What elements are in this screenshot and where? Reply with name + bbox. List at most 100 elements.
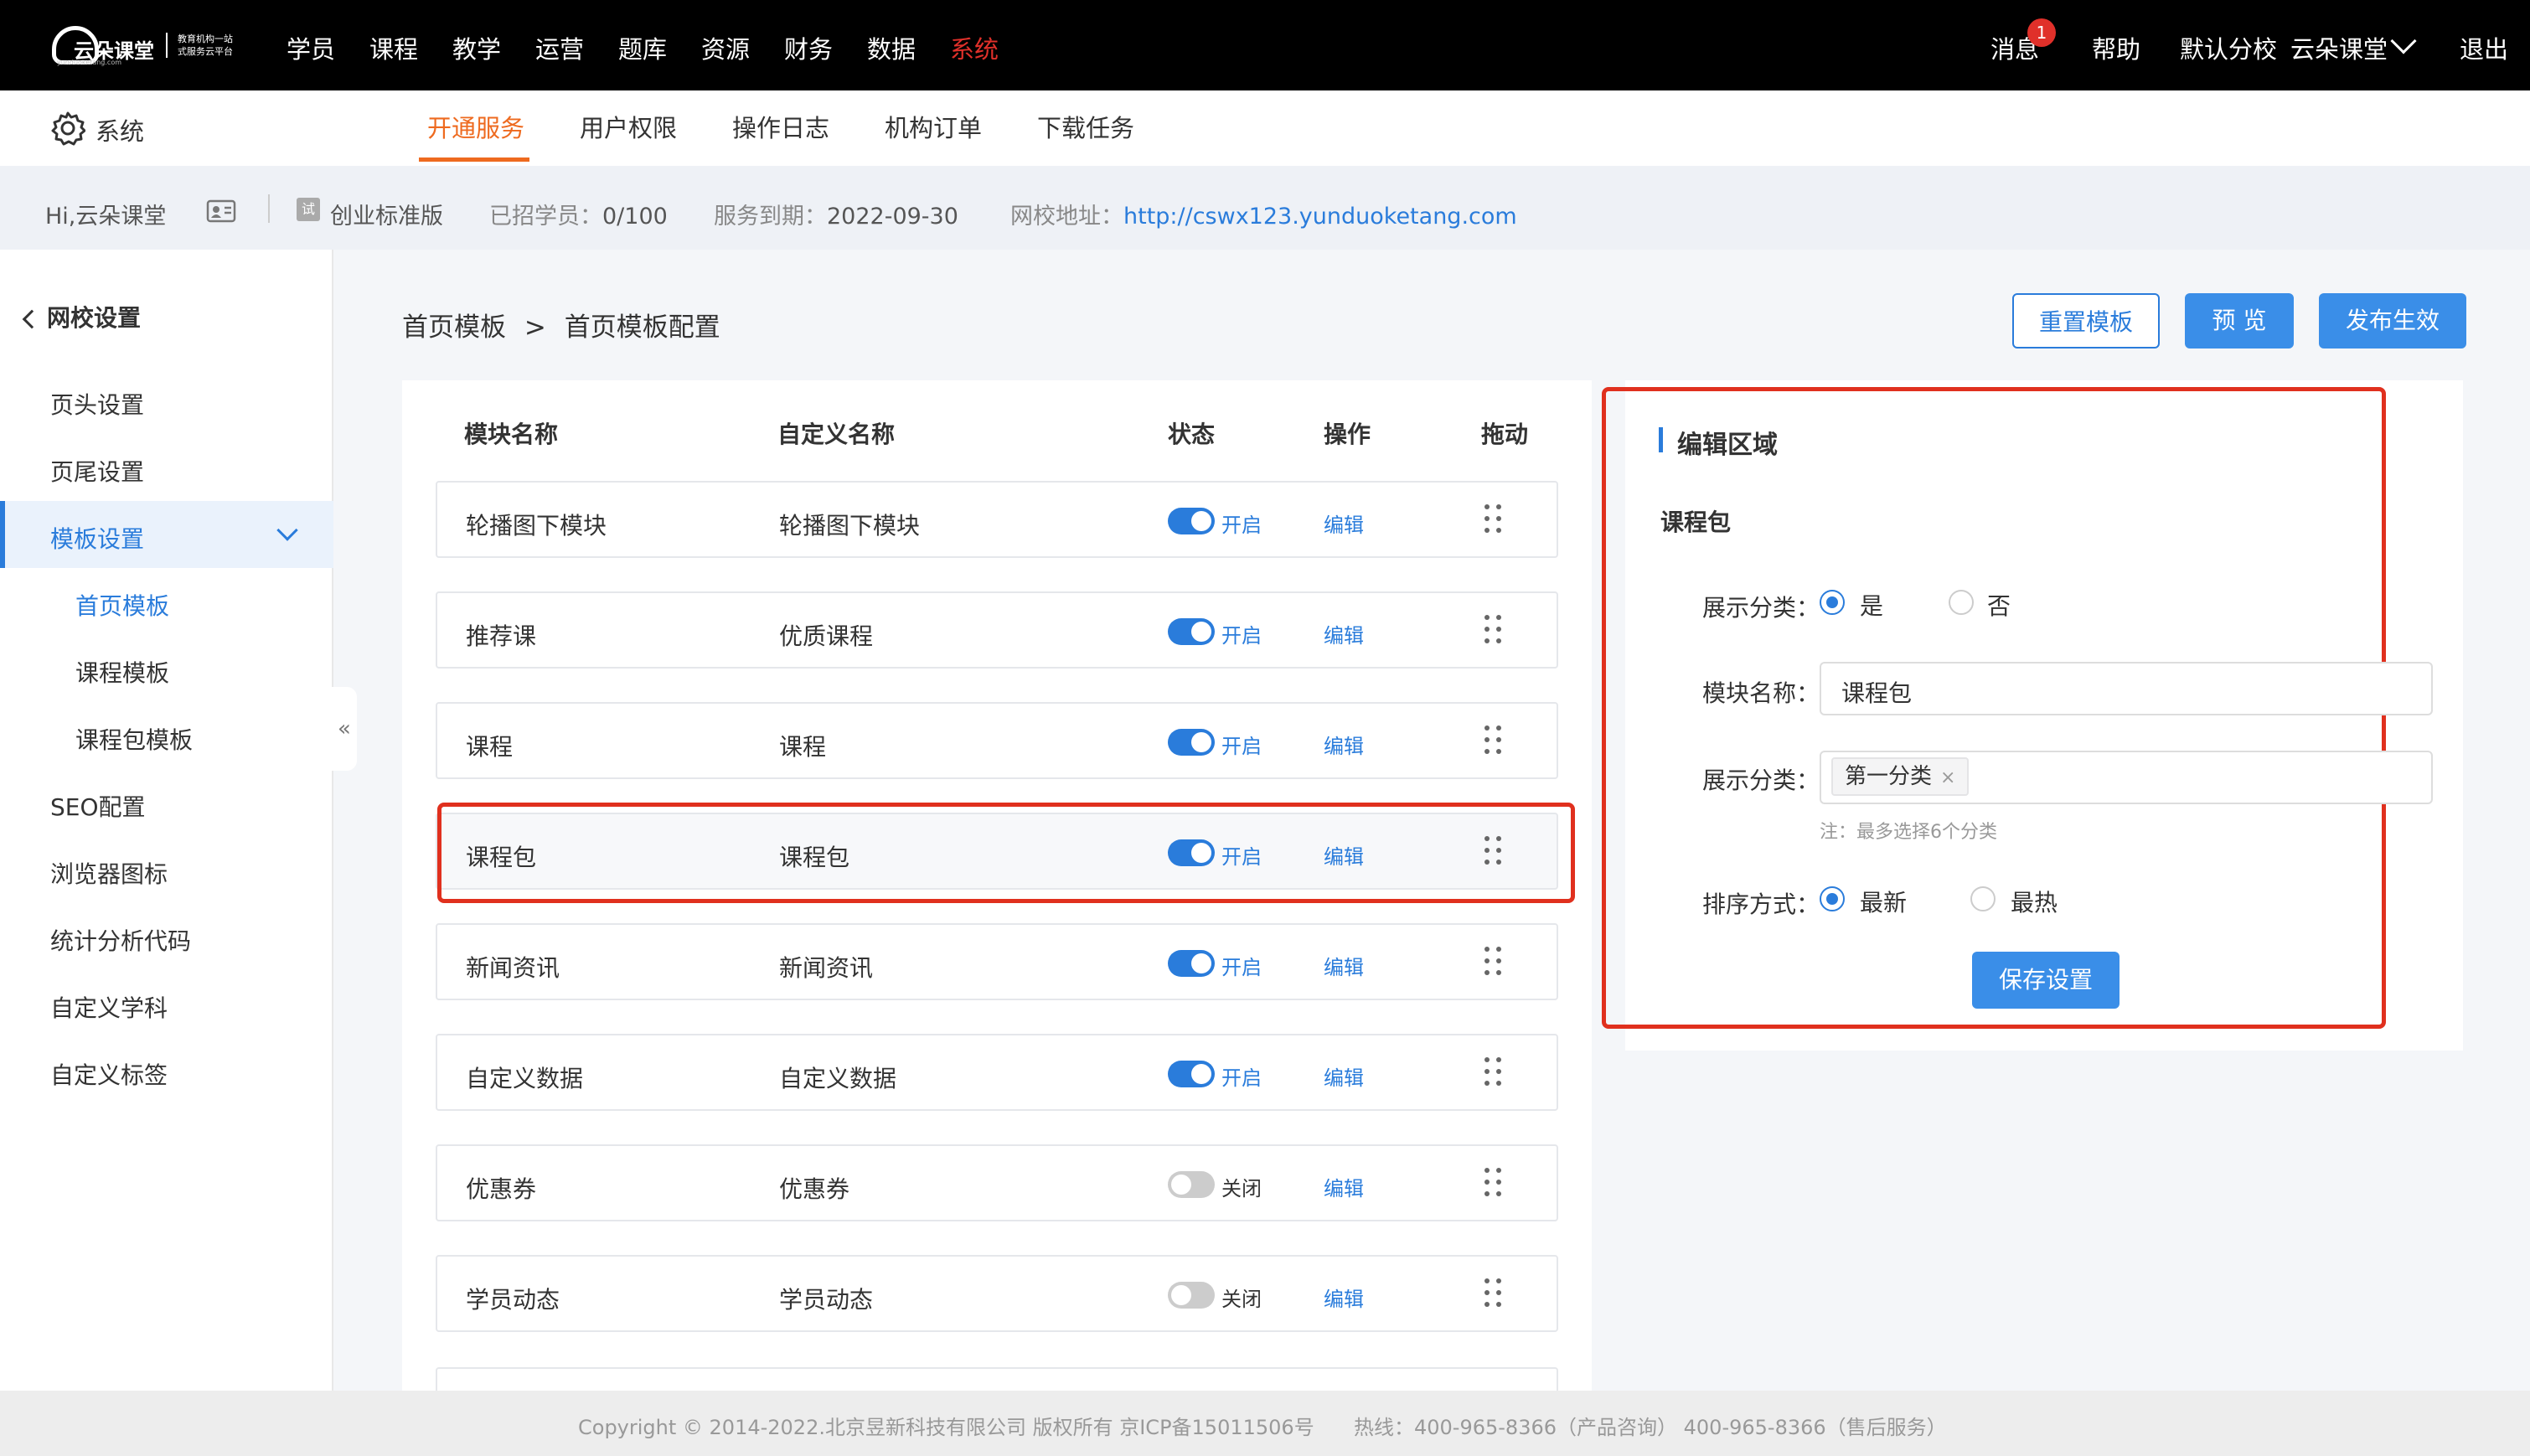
status-toggle[interactable]	[1168, 508, 1215, 534]
header-status: 状态	[1168, 421, 1216, 448]
drag-handle-icon[interactable]	[1484, 725, 1505, 759]
sidebar-item-header-settings[interactable]: 页头设置	[50, 387, 144, 421]
help-link[interactable]: 帮助	[2092, 30, 2140, 65]
drag-handle-icon[interactable]	[1484, 1278, 1505, 1312]
back-button[interactable]: 网校设置	[20, 300, 141, 333]
sidebar-item-course-template[interactable]: 课程模板	[75, 655, 169, 689]
drag-handle-icon[interactable]	[1484, 1057, 1505, 1091]
nav-question-bank[interactable]: 题库	[618, 30, 667, 65]
nav-data[interactable]: 数据	[867, 30, 916, 65]
sidebar-item-package-template[interactable]: 课程包模板	[75, 722, 193, 756]
user-menu[interactable]: 云朵课堂	[2290, 30, 2388, 65]
sort-hottest-label[interactable]: 最热	[2011, 885, 2058, 918]
sidebar-item-template-settings[interactable]: 模板设置	[50, 521, 144, 555]
drag-handle-icon[interactable]	[1484, 1168, 1505, 1201]
main-nav: 学员 课程 教学 运营 题库 资源 财务 数据 系统	[287, 30, 1033, 65]
breadcrumb-separator: >	[524, 312, 546, 343]
sidebar-item-home-template[interactable]: 首页模板	[75, 588, 169, 622]
module-name-cell: 优惠券	[466, 1175, 537, 1203]
table-row[interactable]: 学员动态 学员动态 关闭 编辑	[436, 1255, 1558, 1332]
category-tag: 第一分类 ×	[1831, 757, 1970, 796]
collapse-sidebar-button[interactable]: «	[332, 687, 357, 771]
drag-handle-icon[interactable]	[1484, 504, 1505, 538]
show-category-no-radio[interactable]	[1949, 590, 1974, 615]
edit-link[interactable]: 编辑	[1324, 1061, 1364, 1091]
close-icon[interactable]: ×	[1940, 767, 1955, 788]
status-toggle[interactable]	[1168, 618, 1215, 645]
nav-resources[interactable]: 资源	[701, 30, 750, 65]
edit-link[interactable]: 编辑	[1324, 951, 1364, 980]
logout-link[interactable]: 退出	[2460, 30, 2508, 65]
custom-name-cell: 优质课程	[779, 622, 874, 650]
show-category-yes-label[interactable]: 是	[1860, 588, 1883, 622]
nav-system[interactable]: 系统	[950, 30, 999, 65]
status-toggle[interactable]	[1168, 950, 1215, 977]
tab-org-orders[interactable]: 机构订单	[885, 109, 982, 144]
id-card-icon[interactable]	[206, 199, 236, 225]
school-switcher[interactable]: 默认分校	[2180, 30, 2277, 65]
drag-handle-icon[interactable]	[1484, 615, 1505, 648]
status-label: 关闭	[1221, 1177, 1262, 1200]
show-category-no-label[interactable]: 否	[1987, 588, 2011, 622]
nav-finance[interactable]: 财务	[784, 30, 833, 65]
edit-panel-title: 编辑区域	[1677, 431, 1778, 460]
module-name-value: 课程包	[1841, 679, 1913, 707]
sidebar-item-footer-settings[interactable]: 页尾设置	[50, 454, 144, 488]
sidebar-item-favicon[interactable]: 浏览器图标	[50, 856, 168, 890]
sort-newest-label[interactable]: 最新	[1860, 885, 1907, 918]
edit-link[interactable]: 编辑	[1324, 1283, 1364, 1312]
reset-template-button[interactable]: 重置模板	[2012, 293, 2160, 349]
tab-download-tasks[interactable]: 下载任务	[1037, 109, 1134, 144]
preview-button[interactable]: 预 览	[2185, 293, 2294, 349]
gear-icon	[51, 111, 85, 146]
status-toggle[interactable]	[1168, 729, 1215, 756]
tab-operation-log[interactable]: 操作日志	[732, 109, 829, 144]
edit-link[interactable]: 编辑	[1324, 730, 1364, 759]
breadcrumb-parent[interactable]: 首页模板	[402, 312, 506, 343]
status-toggle[interactable]	[1168, 1171, 1215, 1198]
category-label: 展示分类：	[1702, 767, 1820, 794]
breadcrumb-current: 首页模板配置	[564, 312, 720, 343]
status-toggle[interactable]	[1168, 1282, 1215, 1309]
chevron-left-icon	[22, 309, 42, 329]
module-name-cell: 轮播图下模块	[466, 512, 607, 540]
table-row[interactable]: 新闻资讯 新闻资讯 开启 编辑	[436, 923, 1558, 1000]
table-row[interactable]: 推荐课 优质课程 开启 编辑	[436, 591, 1558, 669]
sort-hottest-radio[interactable]	[1970, 886, 1996, 911]
table-row[interactable]: 自定义数据 自定义数据 开启 编辑	[436, 1034, 1558, 1111]
publish-button[interactable]: 发布生效	[2319, 293, 2466, 349]
sidebar-item-custom-subjects[interactable]: 自定义学科	[50, 990, 168, 1024]
footer-copyright: Copyright © 2014-2022.北京昱新科技有限公司 版权所有 京I…	[578, 1416, 1314, 1439]
save-settings-button[interactable]: 保存设置	[1972, 952, 2120, 1009]
status-label: 关闭	[1221, 1288, 1262, 1311]
status-label: 开启	[1221, 956, 1262, 979]
sort-newest-radio[interactable]	[1820, 886, 1845, 911]
show-category-yes-radio[interactable]	[1820, 590, 1845, 615]
nav-operations[interactable]: 运营	[535, 30, 584, 65]
sidebar-item-seo[interactable]: SEO配置	[50, 789, 146, 823]
tab-user-permissions[interactable]: 用户权限	[580, 109, 677, 144]
sidebar-item-analytics[interactable]: 统计分析代码	[50, 923, 191, 957]
nav-teaching[interactable]: 教学	[452, 30, 501, 65]
custom-name-cell: 优惠券	[779, 1175, 850, 1203]
edit-link[interactable]: 编辑	[1324, 1172, 1364, 1201]
brand-tagline: 教育机构一站 式服务云平台	[166, 33, 233, 58]
module-name-cell: 自定义数据	[466, 1065, 584, 1092]
tab-open-service[interactable]: 开通服务	[427, 109, 524, 144]
table-row[interactable]: 轮播图下模块 轮播图下模块 开启 编辑	[436, 481, 1558, 558]
section-label: 系统	[96, 117, 145, 146]
status-label: 开启	[1221, 514, 1262, 537]
edit-module-title: 课程包	[1660, 509, 1732, 536]
table-row[interactable]: 优惠券 优惠券 关闭 编辑	[436, 1144, 1558, 1221]
edit-link[interactable]: 编辑	[1324, 619, 1364, 648]
school-url-link[interactable]: http://cswx123.yunduoketang.com	[1123, 204, 1517, 230]
expire-info: 服务到期：2022-09-30	[714, 204, 958, 230]
sidebar-item-custom-tags[interactable]: 自定义标签	[50, 1057, 168, 1091]
edit-link[interactable]: 编辑	[1324, 509, 1364, 538]
status-label: 开启	[1221, 1066, 1262, 1090]
nav-students[interactable]: 学员	[287, 30, 335, 65]
drag-handle-icon[interactable]	[1484, 947, 1505, 980]
nav-courses[interactable]: 课程	[369, 30, 418, 65]
table-row[interactable]: 课程 课程 开启 编辑	[436, 702, 1558, 779]
status-toggle[interactable]	[1168, 1061, 1215, 1087]
